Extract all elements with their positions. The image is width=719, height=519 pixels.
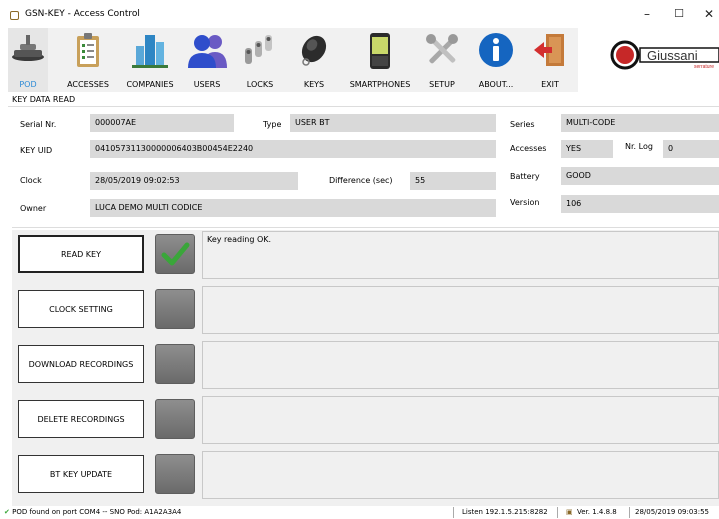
clock-setting-button[interactable]: CLOCK SETTING <box>18 290 144 328</box>
toolbar-users-label: USERS <box>193 80 221 89</box>
serial-label: Serial Nr. <box>20 120 57 129</box>
toolbar-setup-label: SETUP <box>429 80 455 89</box>
app-version: Ver. 1.4.8.8 <box>577 508 617 516</box>
smartphone-icon <box>370 33 390 69</box>
toolbar-locks-label: LOCKS <box>246 80 274 89</box>
difference-label: Difference (sec) <box>329 176 393 185</box>
minimize-button[interactable]: – <box>637 6 657 22</box>
status-divider <box>453 507 454 518</box>
accesses-label: Accesses <box>510 144 547 153</box>
lock-cylinders-icon <box>245 35 272 64</box>
clock-setting-message <box>202 286 719 334</box>
uid-field: 04105731130000006403B00454E2240 <box>90 140 496 158</box>
toolbar-setup-button[interactable]: SETUP <box>420 28 464 92</box>
status-divider <box>629 507 630 518</box>
tools-icon <box>426 34 458 64</box>
toolbar-about-label: ABOUT... <box>478 80 514 89</box>
download-recordings-button[interactable]: DOWNLOAD RECORDINGS <box>18 345 144 383</box>
logo-text: Giussani <box>647 48 698 63</box>
battery-field: GOOD <box>561 167 719 185</box>
section-divider <box>8 106 719 107</box>
download-recordings-message <box>202 341 719 389</box>
status-divider <box>557 507 558 518</box>
key-fob-icon <box>301 35 327 66</box>
series-field: MULTI-CODE <box>561 114 719 132</box>
type-field: USER BT <box>290 114 496 132</box>
pod-reader-icon <box>12 35 44 61</box>
logo-subtext: serrature <box>694 64 714 70</box>
clock-label: Clock <box>20 176 42 185</box>
accesses-field: YES <box>561 140 613 158</box>
maximize-button[interactable]: ☐ <box>669 6 689 22</box>
clipboard-icon <box>77 33 99 67</box>
battery-label: Battery <box>510 172 540 181</box>
pod-status-text: POD found on port COM4 -- SNO Pod: A1A2A… <box>12 508 182 516</box>
toolbar-about-button[interactable]: ABOUT... <box>474 28 518 92</box>
buildings-icon <box>132 35 168 68</box>
toolbar-pod-button[interactable]: POD <box>8 28 48 92</box>
series-label: Series <box>510 120 535 129</box>
users-icon <box>188 35 227 68</box>
version-app-icon: ▣ <box>566 508 573 516</box>
delete-recordings-button[interactable]: DELETE RECORDINGS <box>18 400 144 438</box>
toolbar-exit-button[interactable]: EXIT <box>522 28 578 92</box>
nrlog-label: Nr. Log <box>625 142 653 151</box>
toolbar-smartphones-button[interactable]: SMARTPHONES <box>344 28 416 92</box>
toolbar-keys-label: KEYS <box>303 80 325 89</box>
toolbar-accesses-button[interactable]: ACCESSES <box>62 28 114 92</box>
difference-field: 55 <box>410 172 496 190</box>
title-bar: GSN-KEY - Access Control – ☐ ✕ <box>0 0 719 28</box>
toolbar-smartphones-label: SMARTPHONES <box>349 80 411 89</box>
type-label: Type <box>263 120 282 129</box>
window-title: GSN-KEY - Access Control <box>25 9 140 19</box>
main-toolbar: POD ACCESSES COMPANIES USERS LOCKS KEYS … <box>8 28 528 92</box>
section-divider-bottom <box>12 227 719 228</box>
section-title: KEY DATA READ <box>12 95 76 104</box>
check-icon <box>161 242 190 266</box>
app-icon <box>10 11 19 20</box>
toolbar-accesses-label: ACCESSES <box>67 80 109 89</box>
toolbar-users-button[interactable]: USERS <box>184 28 230 92</box>
owner-label: Owner <box>20 204 47 213</box>
download-recordings-status <box>155 344 195 384</box>
listen-address: Listen 192.1.5.215:8282 <box>462 508 548 516</box>
read-key-status <box>155 234 195 274</box>
toolbar-companies-label: COMPANIES <box>126 80 174 89</box>
read-key-message: Key reading OK. <box>202 231 719 279</box>
nrlog-field: 0 <box>663 140 719 158</box>
toolbar-pod-label: POD <box>19 80 37 89</box>
toolbar-keys-button[interactable]: KEYS <box>292 28 336 92</box>
bt-key-update-button[interactable]: BT KEY UPDATE <box>18 455 144 493</box>
bt-key-update-message <box>202 451 719 499</box>
owner-field: LUCA DEMO MULTI CODICE <box>90 199 496 217</box>
clock-setting-status <box>155 289 195 329</box>
delete-recordings-status <box>155 399 195 439</box>
status-bar: ✔ POD found on port COM4 -- SNO Pod: A1A… <box>0 505 719 519</box>
uid-label: KEY UID <box>20 146 53 155</box>
info-icon <box>479 33 513 67</box>
serial-field: 000007AE <box>90 114 234 132</box>
bt-key-update-status <box>155 454 195 494</box>
version-label: Version <box>510 198 540 207</box>
toolbar-exit-label: EXIT <box>541 80 559 89</box>
version-field: 106 <box>561 195 719 213</box>
clock-field: 28/05/2019 09:02:53 <box>90 172 298 190</box>
pod-status: ✔ POD found on port COM4 -- SNO Pod: A1A… <box>4 508 181 516</box>
toolbar-locks-button[interactable]: LOCKS <box>238 28 282 92</box>
delete-recordings-message <box>202 396 719 444</box>
close-button[interactable]: ✕ <box>699 6 719 22</box>
toolbar-companies-button[interactable]: COMPANIES <box>122 28 178 92</box>
company-logo: Giussani serrature <box>610 39 719 71</box>
check-small-icon: ✔ <box>4 508 10 516</box>
exit-door-icon <box>534 34 564 66</box>
read-key-button[interactable]: READ KEY <box>18 235 144 273</box>
status-datetime: 28/05/2019 09:03:55 <box>635 508 710 516</box>
